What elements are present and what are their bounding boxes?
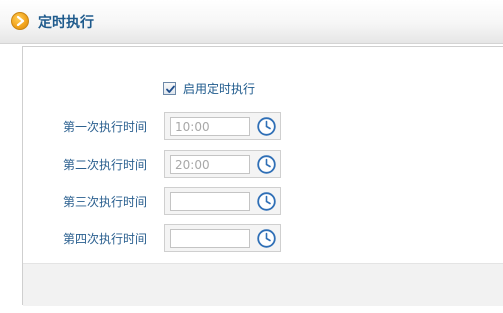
time-field-box-3 bbox=[164, 187, 281, 215]
clock-icon[interactable] bbox=[257, 192, 276, 211]
clock-icon[interactable] bbox=[257, 229, 276, 248]
time-row-1: 第一次执行时间 bbox=[23, 112, 313, 142]
time-row-3: 第三次执行时间 bbox=[23, 187, 313, 217]
time-row-2: 第二次执行时间 bbox=[23, 150, 313, 180]
time-label-1: 第一次执行时间 bbox=[63, 120, 148, 134]
enable-schedule-checkbox[interactable] bbox=[163, 81, 176, 95]
time-input-1[interactable] bbox=[170, 117, 250, 136]
chevron-right-icon bbox=[11, 12, 29, 30]
time-field-box-1 bbox=[164, 112, 281, 140]
settings-panel: 启用定时执行 第一次执行时间 第二次执行时间 第三 bbox=[22, 46, 503, 306]
panel-footer bbox=[23, 263, 503, 306]
time-input-4[interactable] bbox=[170, 229, 250, 248]
clock-icon[interactable] bbox=[257, 117, 276, 136]
time-input-3[interactable] bbox=[170, 192, 250, 211]
time-field-box-2 bbox=[164, 150, 281, 178]
clock-icon[interactable] bbox=[257, 155, 276, 174]
time-label-3: 第三次执行时间 bbox=[63, 195, 148, 209]
time-field-box-4 bbox=[164, 224, 281, 252]
enable-schedule-label: 启用定时执行 bbox=[183, 81, 256, 96]
time-row-4: 第四次执行时间 bbox=[23, 224, 313, 254]
section-header: 定时执行 bbox=[0, 0, 503, 44]
enable-schedule-row[interactable]: 启用定时执行 bbox=[163, 80, 255, 96]
time-input-2[interactable] bbox=[170, 155, 250, 174]
time-label-4: 第四次执行时间 bbox=[63, 232, 148, 246]
section-title: 定时执行 bbox=[38, 15, 94, 31]
time-label-2: 第二次执行时间 bbox=[63, 158, 148, 172]
